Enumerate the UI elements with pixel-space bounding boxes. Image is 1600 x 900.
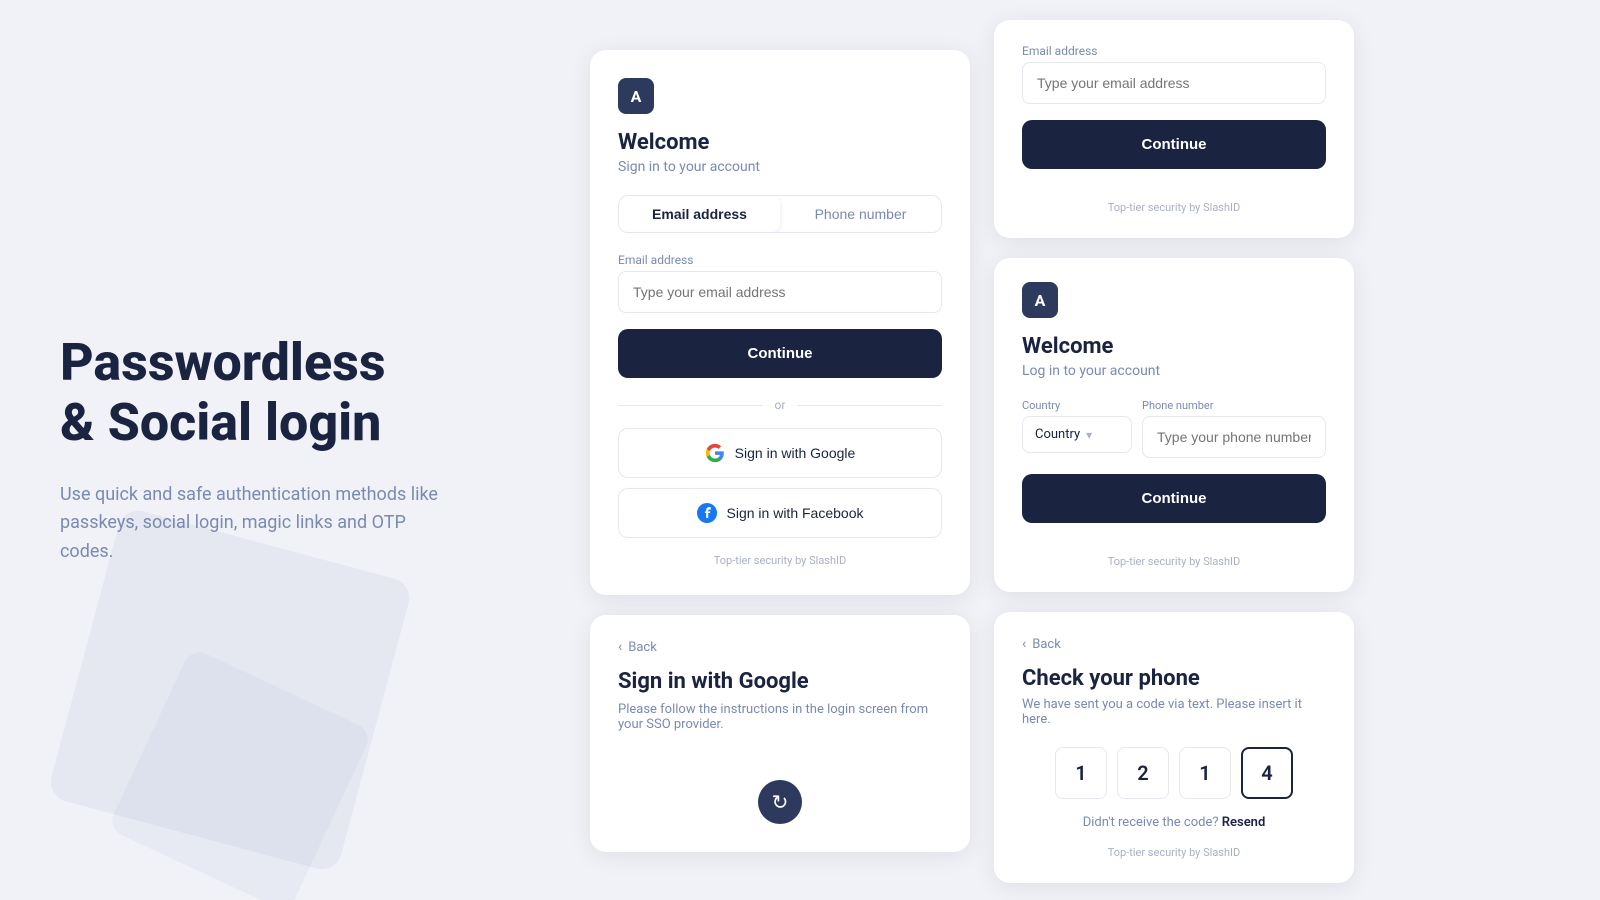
side-email-card: Email address Continue Top-tier security… <box>994 20 1354 238</box>
back-chevron-icon: ‹ <box>618 639 622 655</box>
facebook-icon <box>697 503 717 523</box>
google-signin-label: Sign in with Google <box>735 445 856 461</box>
side-email-input-group: Email address <box>1022 44 1326 104</box>
refresh-icon: ↻ <box>772 790 789 814</box>
side-continue-button[interactable]: Continue <box>1022 120 1326 169</box>
main-signin-card: A Welcome Sign in to your account Email … <box>590 50 970 595</box>
otp-digit-1[interactable]: 1 <box>1055 747 1107 799</box>
phone-input-wrap: Phone number <box>1142 399 1326 458</box>
otp-card-title: Check your phone <box>1022 666 1326 691</box>
phone-number-input[interactable] <box>1142 416 1326 458</box>
otp-back-button[interactable]: ‹ Back <box>1022 636 1326 652</box>
side-phone-card-title: Welcome <box>1022 334 1326 359</box>
side-phone-card-subtitle: Log in to your account <box>1022 363 1326 379</box>
otp-back-chevron-icon: ‹ <box>1022 636 1026 652</box>
right-area: A Welcome Sign in to your account Email … <box>580 0 1600 900</box>
google-sso-title: Sign in with Google <box>618 669 942 694</box>
main-card-subtitle: Sign in to your account <box>618 159 942 175</box>
side-email-input[interactable] <box>1022 62 1326 104</box>
side-cards-column: Email address Continue Top-tier security… <box>994 20 1354 883</box>
divider-line-left <box>618 405 763 406</box>
chevron-down-icon: ▾ <box>1086 428 1092 442</box>
otp-back-label: Back <box>1032 637 1061 652</box>
google-sso-card: ‹ Back Sign in with Google Please follow… <box>590 615 970 852</box>
side-email-card-footer: Top-tier security by SlashID <box>1022 201 1326 214</box>
hero-title: Passwordless& Social login <box>60 333 520 453</box>
country-select-text: Country <box>1035 427 1080 442</box>
divider: or <box>618 398 942 412</box>
side-email-label: Email address <box>1022 44 1326 58</box>
hero-section: Passwordless& Social login Use quick and… <box>0 0 580 900</box>
google-icon <box>705 443 725 463</box>
otp-digit-2[interactable]: 2 <box>1117 747 1169 799</box>
loading-spinner-wrap: ↻ <box>758 780 802 824</box>
back-label: Back <box>628 640 657 655</box>
side-app-icon: A <box>1022 282 1058 318</box>
otp-digit-3[interactable]: 1 <box>1179 747 1231 799</box>
country-select[interactable]: Country ▾ <box>1022 416 1132 453</box>
main-cards-column: A Welcome Sign in to your account Email … <box>590 50 970 852</box>
phone-input-row: Country Country ▾ Phone number <box>1022 399 1326 458</box>
divider-line-right <box>797 405 942 406</box>
phone-number-label: Phone number <box>1142 399 1326 412</box>
divider-text: or <box>775 398 786 412</box>
tab-phone[interactable]: Phone number <box>780 196 941 232</box>
google-sso-subtitle: Please follow the instructions in the lo… <box>618 702 942 732</box>
loading-spinner: ↻ <box>758 780 802 824</box>
country-label: Country <box>1022 399 1132 412</box>
side-phone-continue-button[interactable]: Continue <box>1022 474 1326 523</box>
facebook-signin-button[interactable]: Sign in with Facebook <box>618 488 942 538</box>
facebook-signin-label: Sign in with Facebook <box>727 505 864 521</box>
otp-input-row: 1 2 1 4 <box>1022 747 1326 799</box>
email-input[interactable] <box>618 271 942 313</box>
otp-card-subtitle: We have sent you a code via text. Please… <box>1022 697 1326 727</box>
side-phone-card-footer: Top-tier security by SlashID <box>1022 555 1326 568</box>
side-phone-card: A Welcome Log in to your account Country… <box>994 258 1354 592</box>
back-button[interactable]: ‹ Back <box>618 639 942 655</box>
continue-button[interactable]: Continue <box>618 329 942 378</box>
otp-digit-4[interactable]: 4 <box>1241 747 1293 799</box>
country-select-wrap: Country Country ▾ <box>1022 399 1132 458</box>
resend-row: Didn't receive the code? Resend <box>1022 815 1326 830</box>
google-signin-button[interactable]: Sign in with Google <box>618 428 942 478</box>
resend-text: Didn't receive the code? <box>1083 815 1219 830</box>
hero-subtitle: Use quick and safe authentication method… <box>60 481 460 567</box>
side-otp-card: ‹ Back Check your phone We have sent you… <box>994 612 1354 883</box>
resend-button[interactable]: Resend <box>1222 815 1266 830</box>
otp-card-footer: Top-tier security by SlashID <box>1022 846 1326 859</box>
email-label: Email address <box>618 253 942 267</box>
main-card-footer: Top-tier security by SlashID <box>618 554 942 567</box>
main-card-title: Welcome <box>618 130 942 155</box>
email-input-group: Email address <box>618 253 942 313</box>
auth-tab-row: Email address Phone number <box>618 195 942 233</box>
tab-email[interactable]: Email address <box>619 196 780 232</box>
app-icon: A <box>618 78 654 114</box>
